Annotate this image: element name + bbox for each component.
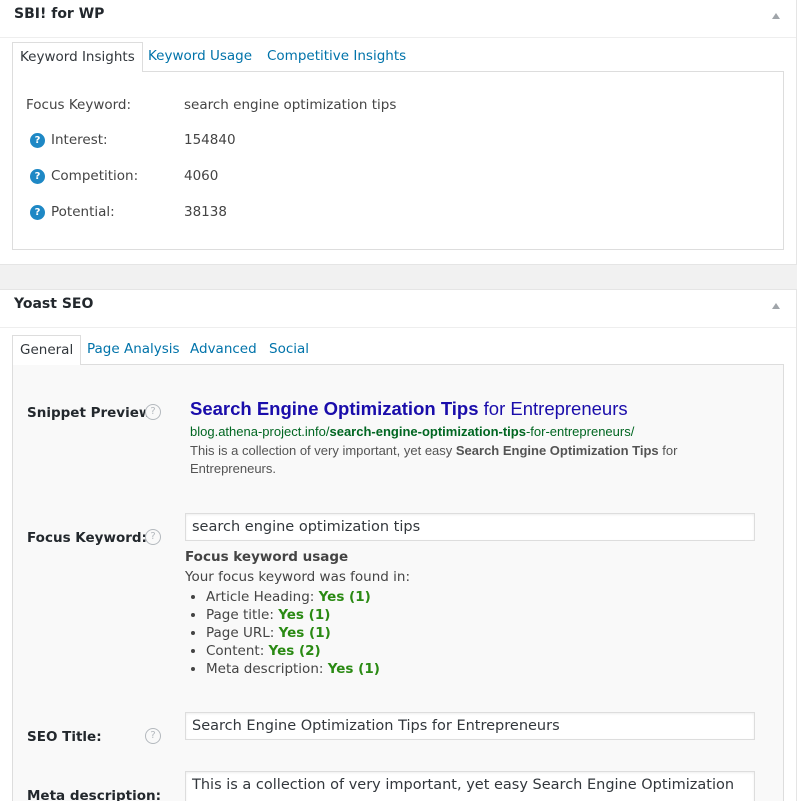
tab-competitive-insights[interactable]: Competitive Insights [260, 42, 413, 73]
tab-general[interactable]: General [12, 335, 82, 366]
usage-item-label: Meta description: [206, 661, 328, 677]
list-item: Page title: Yes (1) [185, 606, 745, 624]
tab-social[interactable]: Social [262, 335, 316, 366]
snippet-url-rest: -for-entrepreneurs/ [525, 424, 635, 439]
interest-label: Interest: [51, 132, 108, 148]
focus-keyword-label: Focus Keyword: [27, 530, 147, 546]
focus-keyword-input[interactable]: search engine optimization tips [185, 513, 755, 541]
focus-keyword-usage: Focus keyword usage Your focus keyword w… [185, 547, 745, 678]
tab-page-analysis[interactable]: Page Analysis [80, 335, 187, 366]
usage-item-result: Yes (2) [268, 643, 321, 659]
help-icon[interactable]: ? [145, 728, 161, 744]
usage-item-label: Article Heading: [206, 589, 319, 605]
list-item: Page URL: Yes (1) [185, 624, 745, 642]
competition-label: Competition: [51, 168, 139, 184]
focus-keyword-row: Focus Keyword: search engine optimizatio… [13, 97, 783, 115]
usage-item-result: Yes (1) [278, 625, 331, 641]
usage-item-label: Page URL: [206, 625, 279, 641]
list-item: Content: Yes (2) [185, 642, 745, 660]
collapse-arrow-icon[interactable] [772, 303, 780, 309]
competition-row: ? Competition: 4060 [13, 168, 783, 186]
snippet-desc-keyword: Search Engine Optimization Tips [455, 443, 659, 458]
usage-item-label: Page title: [206, 607, 279, 623]
tab-keyword-usage[interactable]: Keyword Usage [141, 42, 259, 73]
yoast-panel-title: Yoast SEO [14, 296, 94, 312]
snippet-url-keyword: search-engine-optimization-tips [329, 424, 526, 439]
yoast-panel-header[interactable]: Yoast SEO [0, 290, 796, 328]
usage-item-result: Yes (1) [327, 661, 380, 677]
help-icon[interactable]: ? [145, 404, 161, 420]
usage-item-label: Content: [206, 643, 269, 659]
help-icon[interactable]: ? [30, 205, 45, 220]
help-icon[interactable]: ? [30, 133, 45, 148]
interest-row: ? Interest: 154840 [13, 132, 783, 150]
help-icon[interactable]: ? [145, 529, 161, 545]
competition-value: 4060 [184, 168, 219, 184]
meta-description-textarea[interactable]: This is a collection of very important, … [185, 771, 755, 801]
snippet-url-domain: blog.athena-project.info/ [190, 424, 330, 439]
potential-row: ? Potential: 38138 [13, 204, 783, 222]
usage-list: Article Heading: Yes (1) Page title: Yes… [185, 588, 745, 678]
potential-label: Potential: [51, 204, 115, 220]
seo-title-label: SEO Title: [27, 729, 102, 745]
usage-subtitle: Your focus keyword was found in: [185, 569, 411, 585]
yoast-tabs: General Page Analysis Advanced Social [12, 335, 784, 366]
focus-keyword-label: Focus Keyword: [26, 97, 132, 113]
list-item: Meta description: Yes (1) [185, 660, 745, 678]
tab-advanced[interactable]: Advanced [183, 335, 264, 366]
sbi-panel-header[interactable]: SBI! for WP [0, 0, 796, 38]
sbi-tabs: Keyword Insights Keyword Usage Competiti… [12, 42, 784, 73]
meta-description-label: Meta description: [27, 788, 162, 801]
snippet-description: This is a collection of very important, … [190, 442, 750, 478]
collapse-arrow-icon[interactable] [772, 13, 780, 19]
usage-item-result: Yes (1) [278, 607, 331, 623]
interest-value: 154840 [184, 132, 236, 148]
general-panel: Snippet Preview ? Search Engine Optimiza… [12, 365, 784, 801]
sbi-panel-title: SBI! for WP [14, 6, 105, 22]
yoast-seo-panel: Yoast SEO General Page Analysis Advanced… [0, 289, 797, 801]
focus-keyword-value: search engine optimization tips [184, 97, 397, 113]
snippet-title-rest: for Entrepreneurs [478, 398, 628, 419]
snippet-url: blog.athena-project.info/search-engine-o… [190, 424, 634, 439]
list-item: Article Heading: Yes (1) [185, 588, 745, 606]
usage-item-result: Yes (1) [318, 589, 371, 605]
keyword-insights-panel: Focus Keyword: search engine optimizatio… [12, 72, 784, 250]
help-icon[interactable]: ? [30, 169, 45, 184]
snippet-preview-label: Snippet Preview [27, 405, 152, 421]
potential-value: 38138 [184, 204, 227, 220]
snippet-title-keyword: Search Engine Optimization Tips [190, 398, 479, 419]
snippet-desc-text: This is a collection of very important, … [190, 443, 456, 458]
tab-keyword-insights[interactable]: Keyword Insights [12, 42, 143, 73]
seo-title-input[interactable]: Search Engine Optimization Tips for Entr… [185, 712, 755, 740]
snippet-title[interactable]: Search Engine Optimization Tips for Entr… [190, 398, 628, 420]
sbi-panel: SBI! for WP Keyword Insights Keyword Usa… [0, 0, 797, 265]
usage-title: Focus keyword usage [185, 549, 349, 565]
